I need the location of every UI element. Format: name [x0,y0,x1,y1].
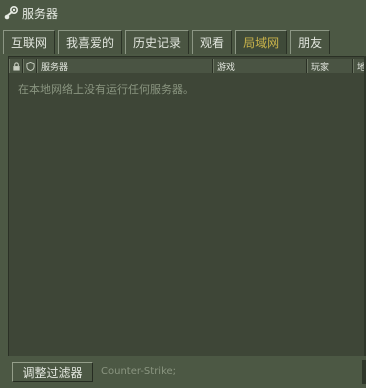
column-players[interactable]: 玩家 [307,59,353,73]
empty-list-message: 在本地网络上没有运行任何服务器。 [18,83,194,96]
tab-internet[interactable]: 互联网 [3,30,56,54]
server-list[interactable]: 服务器 游戏 玩家 地 在本地网络上没有运行任何服务器。 [8,56,366,356]
column-servers[interactable]: 服务器 [37,59,213,73]
column-password[interactable] [9,59,23,73]
window-title: 服务器 [22,6,59,21]
lock-icon [12,61,20,71]
servers-window: 服务器 互联网 我喜爱的 历史记录 观看 局域网 朋友 服务器 游戏 玩家 地 … [0,0,366,388]
shield-icon [25,61,35,71]
column-secure[interactable] [23,59,37,73]
change-filters-button[interactable]: 调整过滤器 [12,362,93,382]
tab-favorites[interactable]: 我喜爱的 [58,30,123,54]
refresh-button-edge[interactable] [362,360,366,384]
filter-status-text: Counter-Strike; [101,366,177,377]
tab-history[interactable]: 历史记录 [125,30,190,54]
tab-spectate[interactable]: 观看 [192,30,233,54]
column-game[interactable]: 游戏 [213,59,307,73]
tab-bar: 互联网 我喜爱的 历史记录 观看 局域网 朋友 [3,30,366,54]
server-list-header: 服务器 游戏 玩家 地 [9,59,366,73]
tab-lan[interactable]: 局域网 [235,30,288,54]
title-bar[interactable]: 服务器 [0,0,366,26]
tab-friends[interactable]: 朋友 [290,30,331,54]
steam-logo-icon [3,5,19,21]
